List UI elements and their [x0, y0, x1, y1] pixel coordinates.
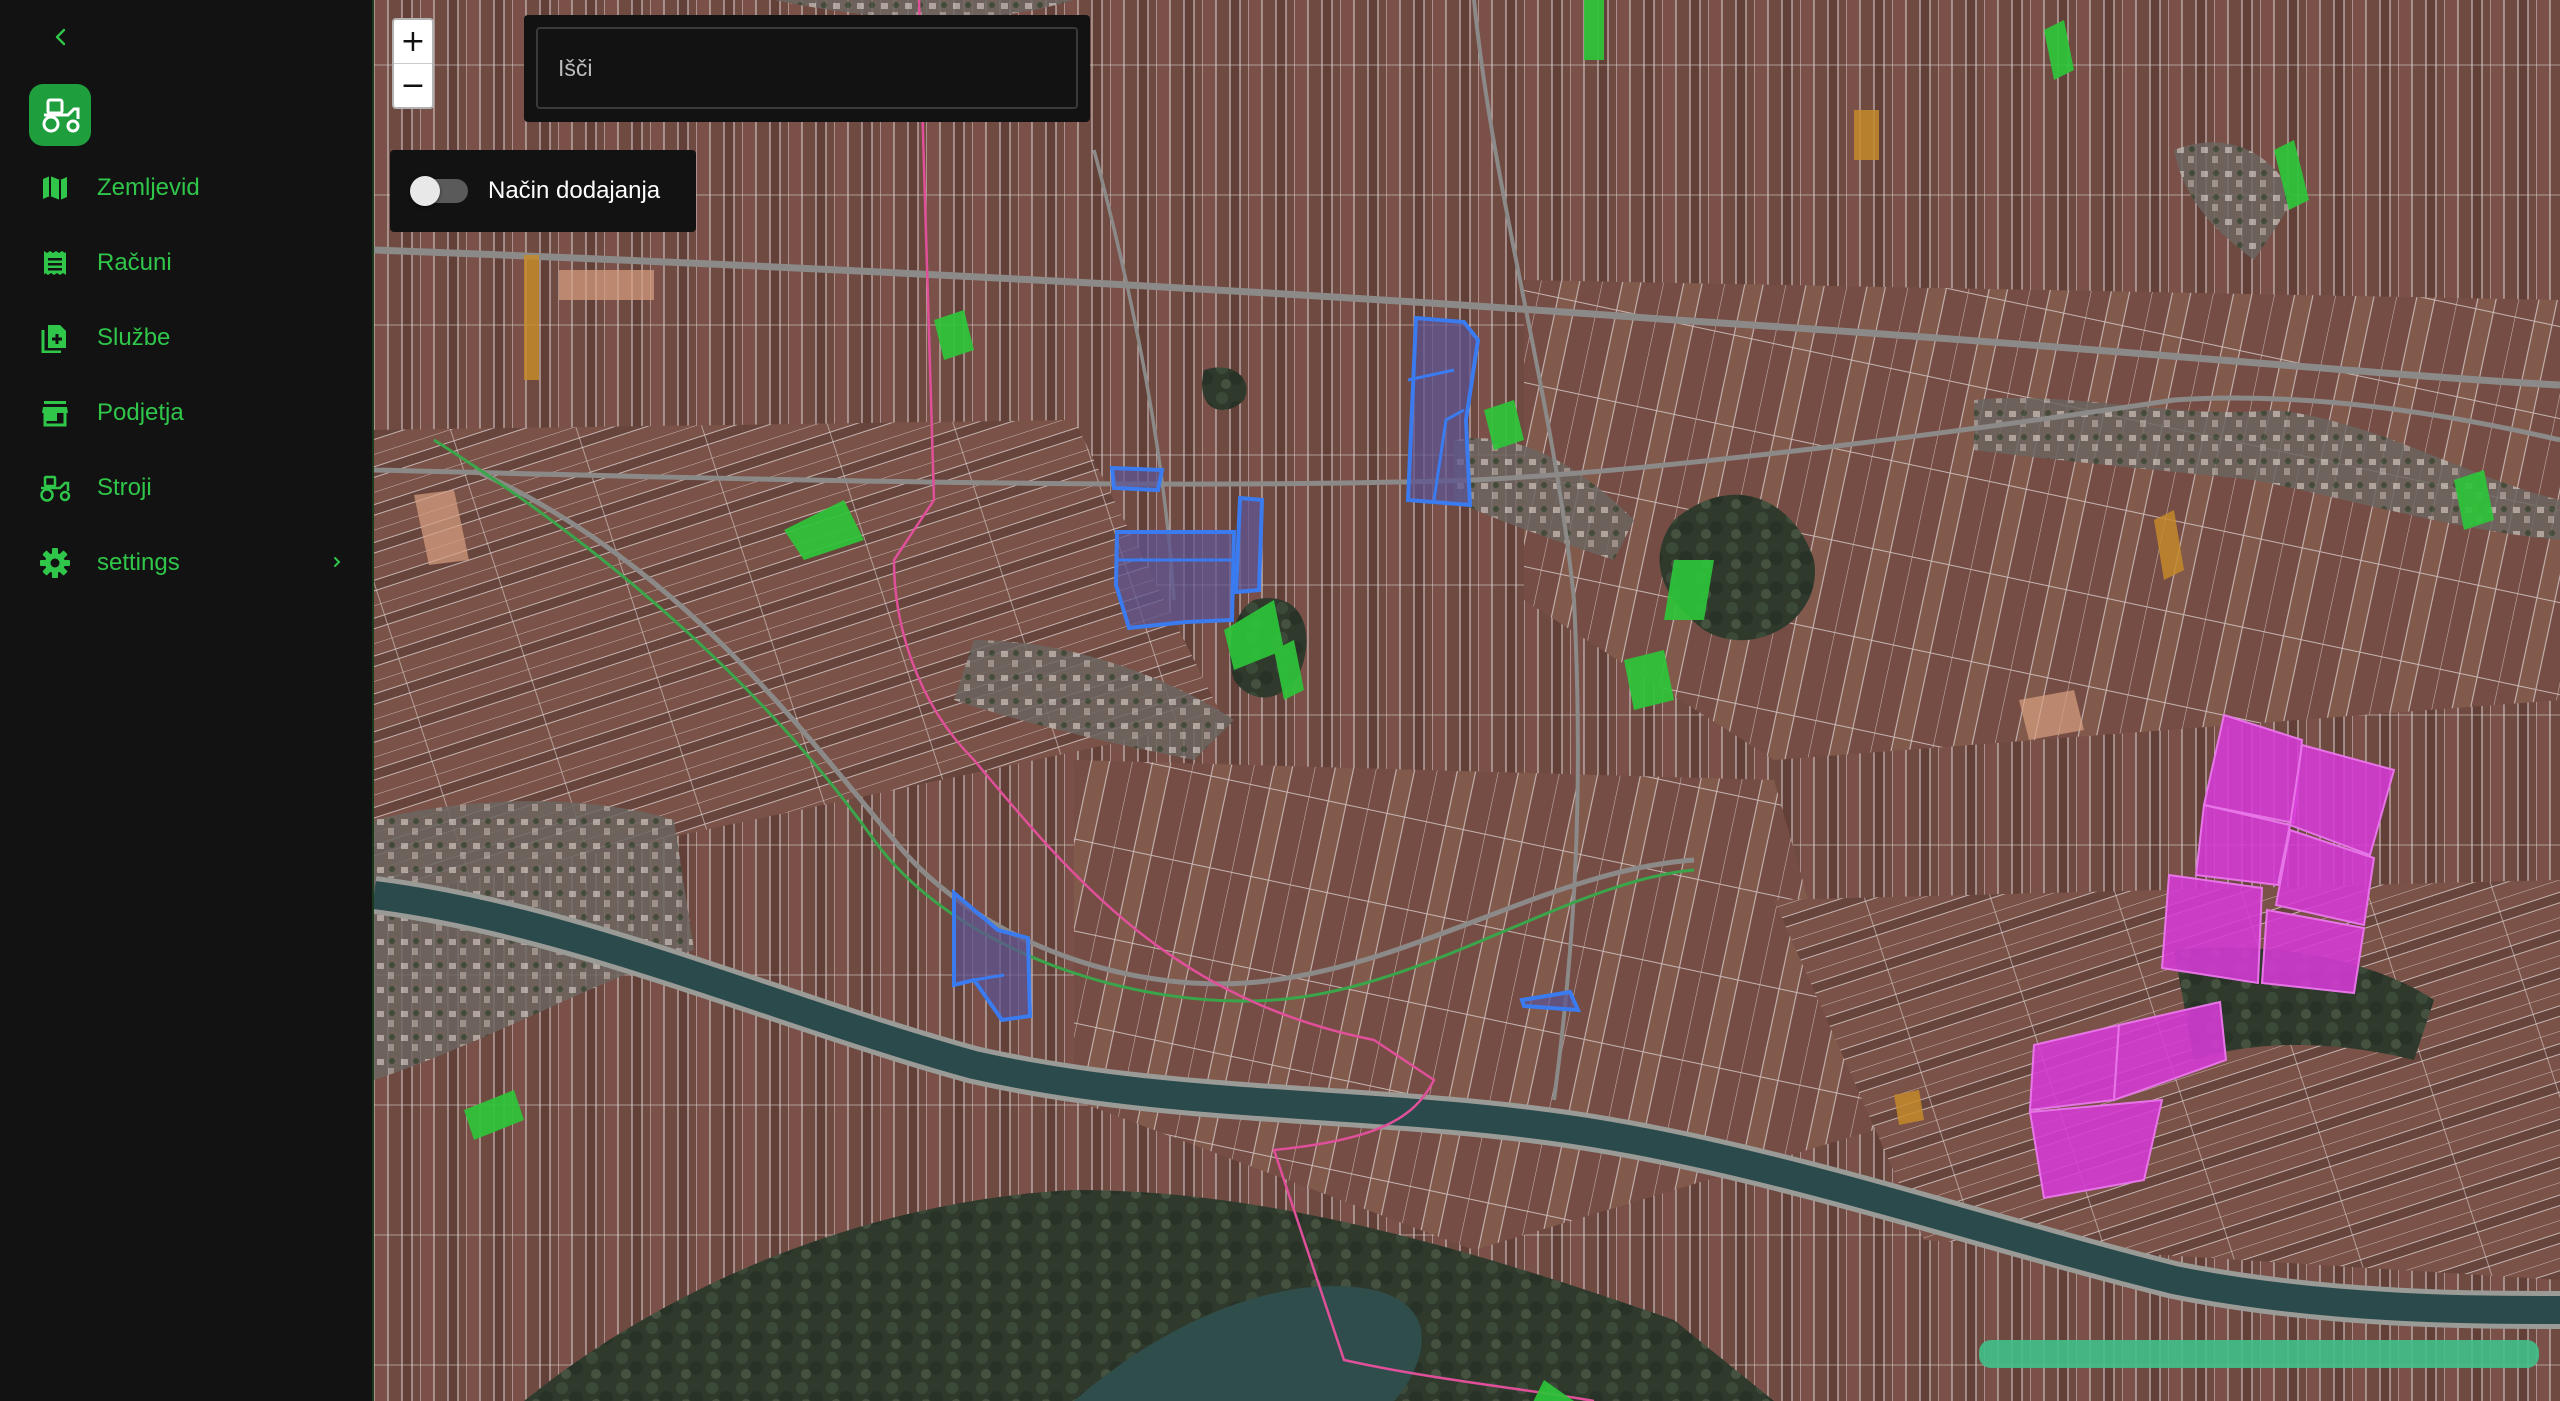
sidebar-item-label: Računi: [97, 248, 172, 276]
map-view[interactable]: + − Način dodajanja: [374, 0, 2560, 1401]
satellite-map[interactable]: [374, 0, 2560, 1401]
sidebar-item-label: Službe: [97, 323, 171, 351]
gear-icon: [38, 546, 72, 580]
store-icon: [38, 396, 72, 430]
sidebar-item-label: Stroji: [97, 473, 152, 501]
add-mode-toggle[interactable]: [410, 176, 468, 206]
sidebar-item-label: Podjetja: [97, 398, 184, 426]
sidebar-item-label: settings: [97, 548, 180, 576]
app-root: Zemljevid Računi Službe Podjetja Stroji …: [0, 0, 2560, 1401]
sidebar-collapse-button[interactable]: [44, 20, 78, 54]
tractor-icon: [38, 471, 72, 505]
search-input[interactable]: [536, 27, 1078, 109]
tractor-icon: [42, 98, 80, 133]
map-icon: [38, 171, 72, 205]
add-mode-label: Način dodajanja: [488, 177, 661, 204]
sidebar-item-sluzbe[interactable]: Službe: [0, 300, 372, 375]
sidebar-nav: Zemljevid Računi Službe Podjetja Stroji …: [0, 150, 372, 600]
sidebar-item-label: Zemljevid: [97, 173, 200, 201]
chevron-right-icon: [334, 557, 341, 567]
sidebar-item-stroji[interactable]: Stroji: [0, 450, 372, 525]
zoom-control: + −: [392, 18, 434, 109]
sidebar-item-settings[interactable]: settings: [0, 525, 372, 600]
app-logo[interactable]: [29, 84, 91, 146]
zoom-in-button[interactable]: +: [394, 20, 432, 63]
sidebar: Zemljevid Računi Službe Podjetja Stroji …: [0, 0, 374, 1401]
note-add-icon: [38, 321, 72, 355]
sidebar-item-zemljevid[interactable]: Zemljevid: [0, 150, 372, 225]
receipt-icon: [38, 246, 72, 280]
add-mode-panel: Način dodajanja: [390, 150, 696, 232]
chevron-left-icon: [55, 28, 66, 46]
sidebar-item-podjetja[interactable]: Podjetja: [0, 375, 372, 450]
sidebar-item-racuni[interactable]: Računi: [0, 225, 372, 300]
search-panel: [524, 15, 1090, 122]
toggle-knob: [410, 176, 440, 206]
zoom-out-button[interactable]: −: [394, 63, 432, 107]
